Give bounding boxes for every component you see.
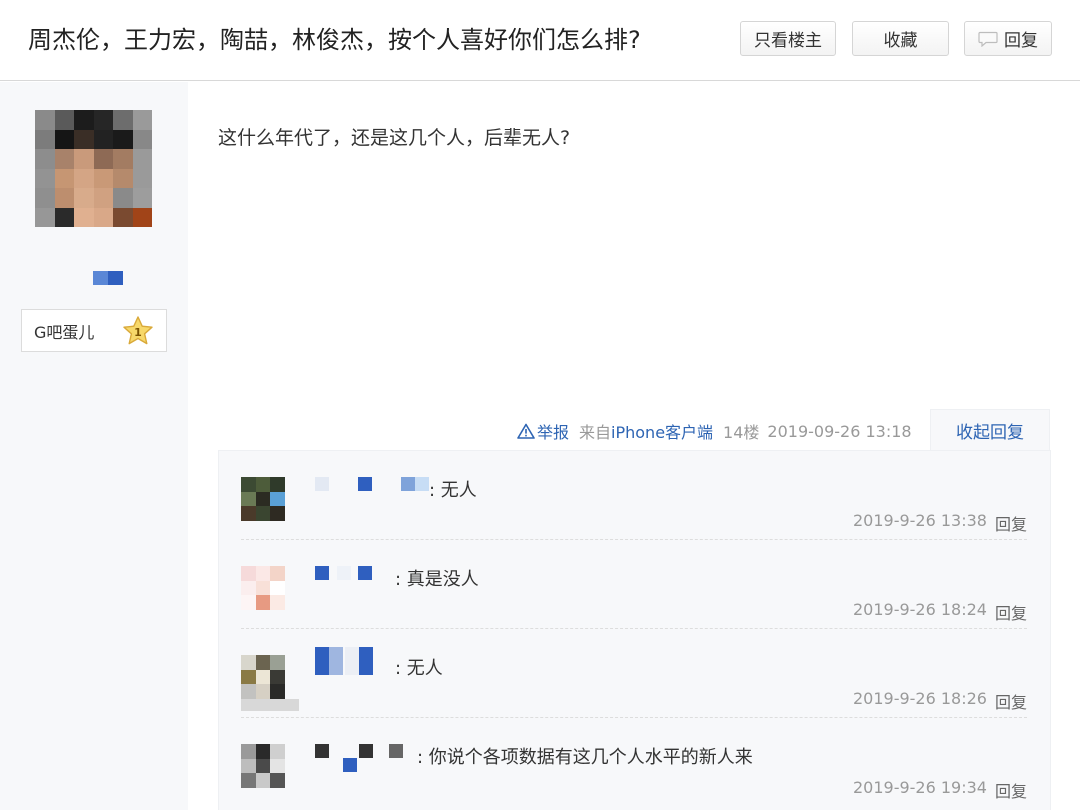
sub-reply-list: : 无人 2019-9-26 13:38 回复 : 真是没人 2019-9-26… <box>218 450 1051 810</box>
sub-reply: : 你说个各项数据有这几个人水平的新人来 2019-9-26 19:34 回复 <box>241 718 1027 807</box>
sub-reply-time: 2019-9-26 18:24 <box>852 600 987 619</box>
post-source: 来自iPhone客户端 <box>579 419 713 443</box>
username-blurred[interactable] <box>401 477 415 491</box>
collapse-replies-button[interactable]: 收起回复 <box>930 409 1050 451</box>
floor-number: 14楼 <box>723 423 760 442</box>
username-blurred[interactable] <box>337 566 351 580</box>
post-meta: 举报 来自iPhone客户端 14楼 2019-09-26 13:18 <box>517 420 912 442</box>
reply-button-label: 回复 <box>1004 31 1038 51</box>
sub-reply-meta: 2019-9-26 18:24 回复 <box>853 600 1027 624</box>
thread-header: 周杰伦，王力宏，陶喆，林俊杰，按个人喜好你们怎么排? 只看楼主 收藏 回复 <box>0 0 1080 81</box>
username-blurred[interactable] <box>315 566 329 580</box>
sub-reply-time: 2019-9-26 18:26 <box>852 689 987 708</box>
avatar-shadow <box>241 699 299 711</box>
username-blurred[interactable] <box>329 647 343 675</box>
author-avatar[interactable] <box>35 110 152 227</box>
sub-reply-avatar[interactable] <box>241 477 285 521</box>
username-blurred[interactable] <box>359 744 373 758</box>
username-blurred[interactable] <box>359 647 373 675</box>
report-label: 举报 <box>537 423 570 442</box>
only-op-button[interactable]: 只看楼主 <box>740 21 836 56</box>
star-level-icon: 1 <box>123 316 153 345</box>
report-link[interactable]: 举报 <box>517 419 569 443</box>
sub-reply: : 无人 2019-9-26 13:38 回复 <box>241 451 1027 540</box>
sub-reply-button[interactable]: 回复 <box>995 511 1027 535</box>
device-link[interactable]: iPhone客户端 <box>611 423 713 442</box>
badge-label: G吧蛋儿 <box>34 322 95 342</box>
sub-reply-button[interactable]: 回复 <box>995 600 1027 624</box>
username-blurred[interactable] <box>389 744 403 758</box>
username-blurred[interactable] <box>358 566 372 580</box>
post-time: 2019-09-26 13:18 <box>767 421 912 441</box>
sub-reply-text: : 无人 <box>395 658 443 679</box>
comment-icon <box>978 31 998 47</box>
sub-reply-meta: 2019-9-26 13:38 回复 <box>853 511 1027 535</box>
thread-title: 周杰伦，王力宏，陶喆，林俊杰，按个人喜好你们怎么排? <box>28 26 641 54</box>
post-content: 这什么年代了，还是这几个人，后辈无人? <box>218 127 571 149</box>
sub-reply-meta: 2019-9-26 18:26 回复 <box>853 689 1027 713</box>
sub-reply-time: 2019-9-26 19:34 <box>852 778 987 797</box>
username-blurred[interactable] <box>315 744 329 758</box>
level-number: 1 <box>134 326 142 339</box>
username-blurred[interactable] <box>343 758 357 772</box>
sub-reply-avatar[interactable] <box>241 655 285 699</box>
sub-reply-button[interactable]: 回复 <box>995 778 1027 802</box>
sub-reply-meta: 2019-9-26 19:34 回复 <box>853 778 1027 802</box>
sub-reply: : 无人 2019-9-26 18:26 回复 <box>241 629 1027 718</box>
member-badge[interactable]: G吧蛋儿 1 <box>21 309 167 352</box>
username-blurred[interactable] <box>415 477 429 491</box>
username-blurred[interactable] <box>315 647 329 675</box>
favorite-button[interactable]: 收藏 <box>852 21 949 56</box>
warning-icon <box>517 423 535 439</box>
sub-reply-text: : 无人 <box>429 480 477 501</box>
source-prefix: 来自 <box>579 423 612 442</box>
sub-reply-time: 2019-9-26 13:38 <box>852 511 987 530</box>
username-blurred[interactable] <box>345 647 359 675</box>
username-blurred[interactable] <box>358 477 372 491</box>
sub-reply-avatar[interactable] <box>241 744 285 788</box>
author-name-blurred[interactable] <box>93 271 123 285</box>
username-blurred[interactable] <box>315 477 329 491</box>
reply-button[interactable]: 回复 <box>964 21 1052 56</box>
sub-reply-text: : 你说个各项数据有这几个人水平的新人来 <box>417 747 753 768</box>
sub-reply-button[interactable]: 回复 <box>995 689 1027 713</box>
sub-reply-avatar[interactable] <box>241 566 285 610</box>
sub-reply: : 真是没人 2019-9-26 18:24 回复 <box>241 540 1027 629</box>
sub-reply-text: : 真是没人 <box>395 569 479 590</box>
